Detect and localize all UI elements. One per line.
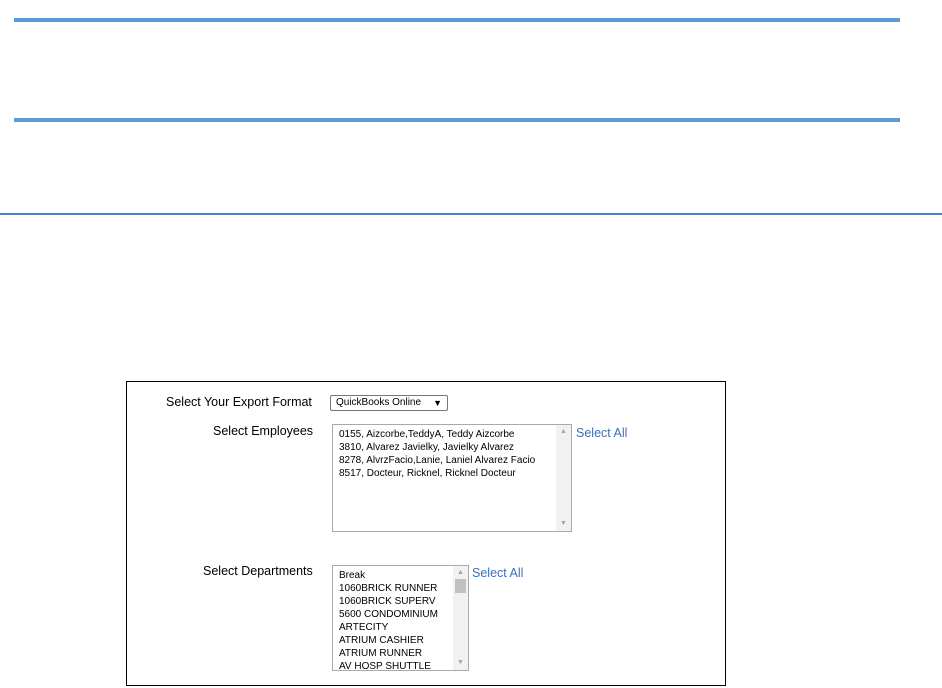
scroll-up-arrow-icon[interactable]: ▲ — [453, 567, 468, 579]
export-format-select[interactable]: QuickBooks Online ▼ — [330, 395, 448, 411]
employees-label: Select Employees — [213, 424, 314, 438]
scrollbar-thumb[interactable] — [455, 579, 466, 593]
employees-select-all-link[interactable]: Select All — [576, 426, 627, 440]
department-option[interactable]: 5600 CONDOMINIUM — [339, 608, 450, 621]
employee-option[interactable]: 8517, Docteur, Ricknel, Ricknel Docteur — [339, 467, 553, 480]
employee-option[interactable]: 0155, Aizcorbe,TeddyA, Teddy Aizcorbe — [339, 428, 553, 441]
departments-list: Break 1060BRICK RUNNER 1060BRICK SUPERV … — [339, 569, 450, 670]
export-format-label: Select Your Export Format — [166, 395, 312, 409]
header-rule-top — [14, 18, 900, 22]
employees-list: 0155, Aizcorbe,TeddyA, Teddy Aizcorbe 38… — [339, 428, 553, 480]
chevron-down-icon: ▼ — [433, 398, 442, 408]
section-divider — [0, 213, 942, 215]
export-form-panel: Select Your Export Format QuickBooks Onl… — [126, 381, 726, 686]
department-option[interactable]: 1060BRICK RUNNER — [339, 582, 450, 595]
departments-label: Select Departments — [203, 564, 313, 578]
department-option[interactable]: AV HOSP SHUTTLE — [339, 660, 450, 670]
employees-scrollbar[interactable]: ▲ ▼ — [556, 425, 571, 531]
department-option[interactable]: ARTECITY — [339, 621, 450, 634]
department-option[interactable]: Break — [339, 569, 450, 582]
scroll-down-arrow-icon[interactable]: ▼ — [556, 518, 571, 530]
scroll-up-arrow-icon[interactable]: ▲ — [556, 426, 571, 438]
header-rule-bottom — [14, 118, 900, 122]
departments-listbox[interactable]: Break 1060BRICK RUNNER 1060BRICK SUPERV … — [332, 565, 469, 671]
departments-select-all-link[interactable]: Select All — [472, 566, 523, 580]
department-option[interactable]: ATRIUM CASHIER — [339, 634, 450, 647]
employee-option[interactable]: 3810, Alvarez Javielky, Javielky Alvarez — [339, 441, 553, 454]
departments-scrollbar[interactable]: ▲ ▼ — [453, 566, 468, 670]
export-format-value: QuickBooks Online — [336, 397, 422, 408]
employees-listbox[interactable]: 0155, Aizcorbe,TeddyA, Teddy Aizcorbe 38… — [332, 424, 572, 532]
scroll-down-arrow-icon[interactable]: ▼ — [453, 657, 468, 669]
department-option[interactable]: 1060BRICK SUPERV — [339, 595, 450, 608]
employee-option[interactable]: 8278, AlvrzFacio,Lanie, Laniel Alvarez F… — [339, 454, 553, 467]
department-option[interactable]: ATRIUM RUNNER — [339, 647, 450, 660]
